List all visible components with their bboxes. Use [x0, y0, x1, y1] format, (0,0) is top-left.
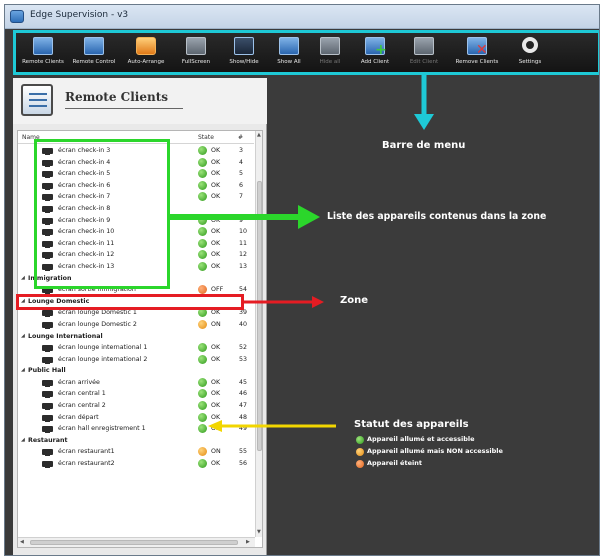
status-on-icon	[356, 448, 364, 456]
status-off-icon	[356, 460, 364, 468]
annotation-arrows	[170, 74, 434, 432]
menu-bar-annotation: Barre de menu	[382, 140, 466, 151]
list-arrow-head	[298, 205, 320, 229]
legend-item-off: Appareil éteint	[356, 459, 586, 471]
legend-ok-text: Appareil allumé et accessible	[367, 435, 475, 443]
zone-annotation: Zone	[340, 295, 369, 306]
legend-off-text: Appareil éteint	[367, 459, 422, 467]
status-ok-icon	[356, 436, 364, 444]
status-annotation: Statut des appareils	[354, 419, 469, 430]
legend-item-on: Appareil allumé mais NON accessible	[356, 447, 586, 459]
zone-arrow-head	[312, 296, 324, 308]
menu-arrow-head	[414, 114, 434, 130]
status-arrow-head	[208, 420, 222, 432]
legend-on-text: Appareil allumé mais NON accessible	[367, 447, 503, 455]
status-legend: Appareil allumé et accessible Appareil a…	[356, 435, 586, 471]
legend-item-ok: Appareil allumé et accessible	[356, 435, 586, 447]
device-list-annotation: Liste des appareils contenus dans la zon…	[327, 211, 547, 222]
